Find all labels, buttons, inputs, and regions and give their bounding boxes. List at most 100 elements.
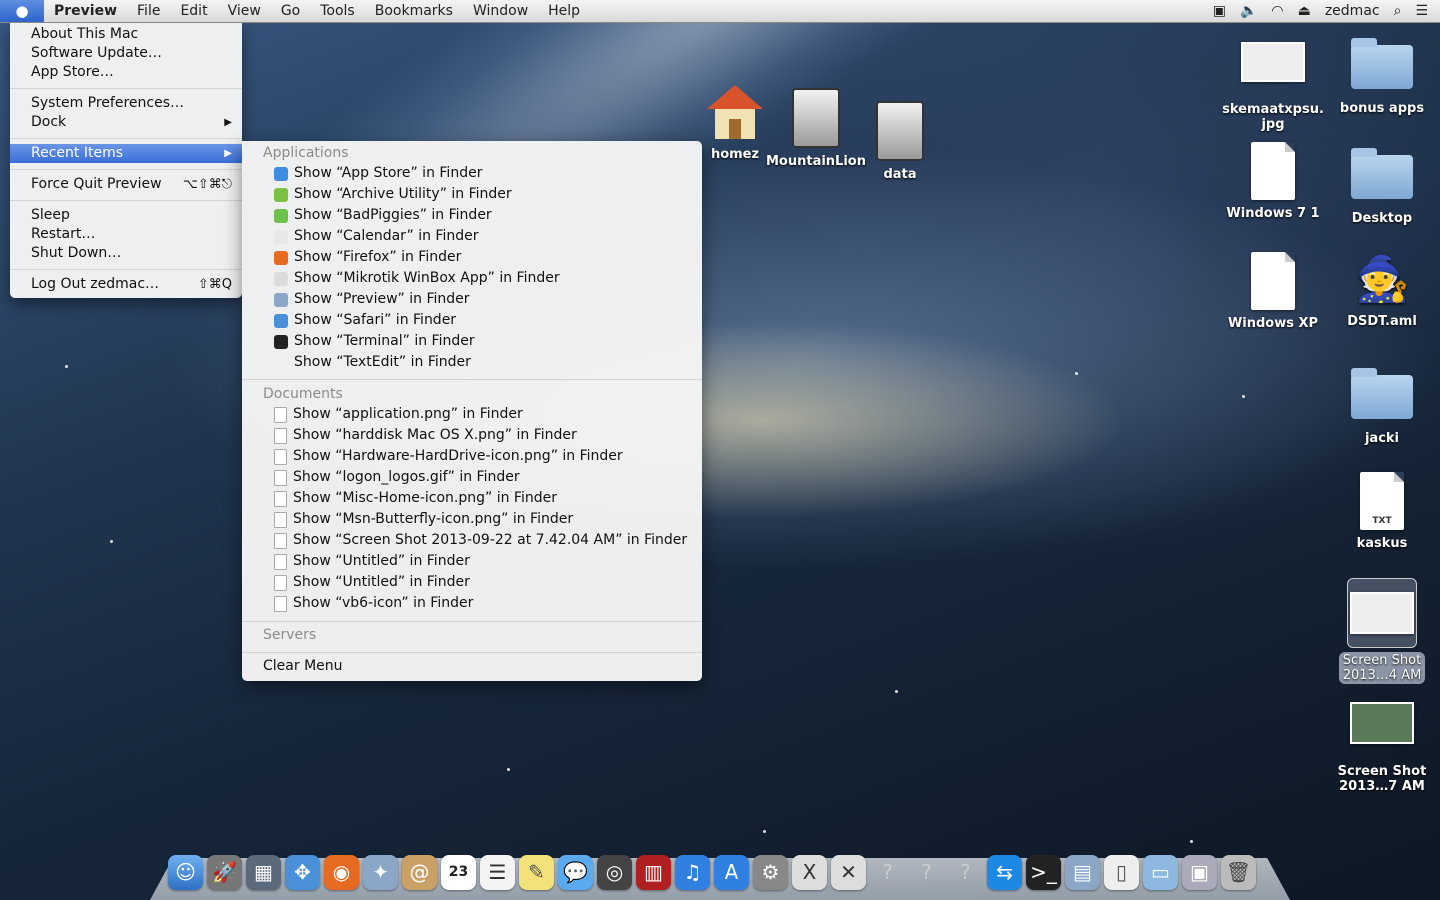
unknown-app-icon[interactable]: ? — [870, 855, 905, 890]
recent-app-item[interactable]: Show “Terminal” in Finder — [274, 331, 475, 352]
system-preferences-icon[interactable]: ⚙ — [753, 854, 788, 890]
force-quit-item[interactable]: Force Quit Preview ⌥⇧⌘⎋ — [10, 175, 242, 194]
desktop-icon-dsdt[interactable]: 🧙 DSDT.aml — [1327, 250, 1437, 329]
documents-header: Documents — [263, 386, 343, 402]
about-this-mac-item[interactable]: About This Mac — [10, 25, 242, 44]
recent-document-item[interactable]: Show “application.png” in Finder — [274, 404, 523, 425]
messages-icon[interactable]: 💬 — [558, 854, 593, 890]
menu-view[interactable]: View — [218, 0, 271, 22]
firefox-icon[interactable]: ◉ — [324, 854, 359, 890]
recent-app-item[interactable]: Show “Preview” in Finder — [274, 289, 470, 310]
menu-help[interactable]: Help — [538, 0, 590, 22]
unknown-app-icon[interactable]: ? — [948, 855, 983, 890]
recent-document-item[interactable]: Show “logon_logos.gif” in Finder — [274, 467, 520, 488]
recent-app-item[interactable]: Show “Firefox” in Finder — [274, 247, 461, 268]
notification-center-icon[interactable]: ☰ — [1415, 3, 1428, 19]
desktop-icon-bonus-apps[interactable]: bonus apps — [1327, 38, 1437, 116]
menu-go[interactable]: Go — [271, 0, 310, 22]
recent-document-item[interactable]: Show “Msn-Butterfly-icon.png” in Finder — [274, 509, 573, 530]
software-update-item[interactable]: Software Update… — [10, 44, 242, 63]
recent-item-label: Show “Safari” in Finder — [294, 312, 457, 328]
itunes-icon[interactable]: ♫ — [675, 854, 710, 890]
image-file-icon — [1241, 42, 1305, 82]
downloads-stack-icon[interactable]: ▣ — [1182, 854, 1217, 890]
desktop-icon-windowsxp[interactable]: Windows XP — [1218, 252, 1328, 331]
unknown-app-icon[interactable]: ✕ — [831, 854, 866, 890]
facetime-icon[interactable]: ◎ — [597, 854, 632, 890]
contacts-icon[interactable]: @ — [402, 854, 437, 890]
finder-icon[interactable]: ☺ — [168, 854, 203, 890]
preview-icon[interactable]: ✦ — [363, 854, 398, 890]
recent-app-item[interactable]: Show “TextEdit” in Finder — [274, 352, 471, 373]
desktop-icon-windows7[interactable]: Windows 7 1 — [1218, 142, 1328, 221]
screen-capture-icon[interactable]: ▣ — [1213, 3, 1226, 19]
document-icon — [274, 427, 287, 444]
desktop-icon-jacki[interactable]: jacki — [1327, 368, 1437, 446]
recent-item-label: Show “Misc-Home-icon.png” in Finder — [293, 490, 557, 506]
document-icon — [274, 448, 287, 465]
reminders-icon[interactable]: ☰ — [480, 854, 515, 890]
menu-window[interactable]: Window — [463, 0, 538, 22]
dock-item[interactable]: Dock ▶ — [10, 113, 242, 132]
text-document-icon: TXT — [1360, 472, 1404, 530]
xquartz-icon[interactable]: X — [792, 854, 827, 890]
launchpad-icon[interactable]: 🚀 — [207, 854, 242, 890]
unknown-app-icon[interactable]: ? — [909, 855, 944, 890]
recent-app-item[interactable]: Show “Calendar” in Finder — [274, 226, 479, 247]
volume-icon[interactable]: 🔈 — [1240, 3, 1257, 19]
desktop-icon-screenshot-2[interactable]: Screen Shot 2013…7 AM — [1327, 702, 1437, 794]
recent-document-item[interactable]: Show “Untitled” in Finder — [274, 572, 470, 593]
recent-app-item[interactable]: Show “Safari” in Finder — [274, 310, 456, 331]
wifi-icon[interactable]: ◠ — [1271, 3, 1283, 19]
recent-items-item[interactable]: Recent Items ▶ — [10, 144, 242, 163]
app-store-item[interactable]: App Store… — [10, 63, 242, 82]
photo-booth-icon[interactable]: ▥ — [636, 854, 671, 890]
desktop-icon-kaskus[interactable]: TXT kaskus — [1327, 472, 1437, 551]
clear-menu-item[interactable]: Clear Menu — [263, 656, 343, 677]
desktop-icon-data[interactable]: data — [845, 101, 955, 182]
recent-app-item[interactable]: Show “App Store” in Finder — [274, 163, 482, 184]
recent-document-item[interactable]: Show “Untitled” in Finder — [274, 551, 470, 572]
sleep-item[interactable]: Sleep — [10, 206, 242, 225]
menu-separator — [242, 621, 702, 622]
recent-document-item[interactable]: Show “Misc-Home-icon.png” in Finder — [274, 488, 557, 509]
safari-icon[interactable]: ✥ — [285, 854, 320, 890]
shut-down-item[interactable]: Shut Down… — [10, 244, 242, 263]
folder-stack-icon[interactable]: ▭ — [1143, 854, 1178, 890]
mission-control-icon[interactable]: ▦ — [246, 854, 281, 890]
menu-edit[interactable]: Edit — [170, 0, 217, 22]
recent-app-item[interactable]: Show “BadPiggies” in Finder — [274, 205, 492, 226]
preview-app-icon[interactable]: ▤ — [1065, 854, 1100, 890]
recent-app-item[interactable]: Show “Mikrotik WinBox App” in Finder — [274, 268, 560, 289]
documents-stack-icon[interactable]: ▯ — [1104, 854, 1139, 890]
recent-document-item[interactable]: Show “Screen Shot 2013-09-22 at 7.42.04 … — [274, 530, 687, 551]
restart-item[interactable]: Restart… — [10, 225, 242, 244]
app-store-icon[interactable]: A — [714, 854, 749, 890]
trash-icon[interactable]: 🗑 — [1221, 854, 1256, 890]
menu-app-preview[interactable]: Preview — [44, 0, 127, 22]
notes-icon[interactable]: ✎ — [519, 854, 554, 890]
recent-app-item[interactable]: Show “Archive Utility” in Finder — [274, 184, 512, 205]
recent-document-item[interactable]: Show “Hardware-HardDrive-icon.png” in Fi… — [274, 446, 623, 467]
user-name-menu[interactable]: zedmac — [1325, 3, 1380, 19]
desktop-icon-label: Screen Shot — [1342, 653, 1422, 668]
menu-file[interactable]: File — [127, 0, 170, 22]
calendar-icon[interactable]: 23 — [441, 854, 476, 890]
document-icon — [274, 595, 287, 612]
star — [895, 690, 898, 693]
spotlight-search-icon[interactable]: ⌕ — [1394, 3, 1402, 19]
desktop-icon-screenshot-1[interactable]: Screen Shot 2013…4 AM — [1327, 578, 1437, 684]
recent-document-item[interactable]: Show “vb6-icon” in Finder — [274, 593, 473, 614]
recent-document-item[interactable]: Show “harddisk Mac OS X.png” in Finder — [274, 425, 577, 446]
document-icon — [274, 469, 287, 486]
menu-bookmarks[interactable]: Bookmarks — [365, 0, 463, 22]
apple-menu-button[interactable]: ● — [0, 0, 44, 22]
system-preferences-item[interactable]: System Preferences… — [10, 94, 242, 113]
desktop-icon-skemaatxpsu[interactable]: skemaatxpsu. jpg — [1218, 42, 1328, 132]
terminal-icon[interactable]: >_ — [1026, 854, 1061, 890]
menu-tools[interactable]: Tools — [310, 0, 365, 22]
desktop-icon-desktop[interactable]: Desktop — [1327, 148, 1437, 226]
eject-icon[interactable]: ⏏ — [1298, 3, 1311, 19]
log-out-item[interactable]: Log Out zedmac… ⇧⌘Q — [10, 275, 242, 294]
teamviewer-icon[interactable]: ⇆ — [987, 854, 1022, 890]
